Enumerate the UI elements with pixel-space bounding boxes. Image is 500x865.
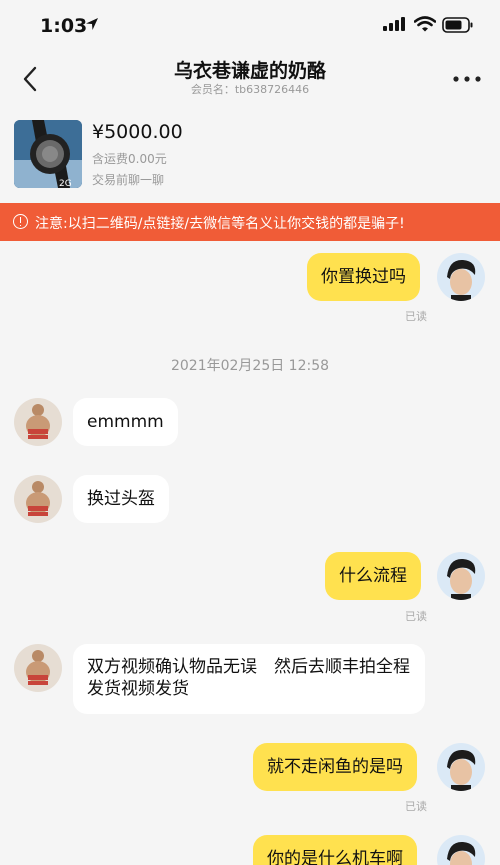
shipping-fee: 含运费0.00元	[92, 152, 167, 166]
message-bubble-sent[interactable]: 你的是什么机车啊	[253, 835, 417, 865]
read-status: 已读	[405, 310, 427, 323]
read-status: 已读	[405, 610, 427, 623]
partner-avatar[interactable]	[14, 644, 62, 692]
product-card[interactable]: 2G ¥5000.00 含运费0.00元 交易前聊一聊	[0, 110, 500, 202]
status-time: 1:03	[40, 15, 88, 37]
partner-avatar[interactable]	[14, 475, 62, 523]
status-bar: 1:03	[0, 0, 500, 48]
pre-trade-chat-label: 交易前聊一聊	[92, 173, 165, 187]
my-avatar[interactable]	[437, 743, 485, 791]
message-bubble-received[interactable]: 换过头盔	[73, 475, 169, 523]
battery-icon	[442, 17, 473, 33]
member-id: 会员名：tb638726446	[190, 83, 310, 96]
message-bubble-received[interactable]: 双方视频确认物品无误 然后去顺丰拍全程发货视频发货	[73, 644, 425, 714]
more-options-icon[interactable]	[452, 76, 482, 82]
svg-text:2G: 2G	[59, 179, 72, 188]
message-bubble-sent[interactable]: 就不走闲鱼的是吗	[253, 743, 417, 791]
my-avatar[interactable]	[437, 835, 485, 865]
chat-messages[interactable]: 你置换过吗 已读 2021年02月25日 12:58 emmmm 换过头盔 什么…	[0, 241, 500, 865]
partner-avatar[interactable]	[14, 398, 62, 446]
warning-text: 注意:以扫二维码/点链接/去微信等名义让你交钱的都是骗子!	[35, 216, 405, 232]
message-bubble-sent[interactable]: 什么流程	[325, 552, 421, 600]
scam-warning-banner: 注意:以扫二维码/点链接/去微信等名义让你交钱的都是骗子!	[0, 203, 500, 241]
chat-header: 乌衣巷谦虚的奶酪 会员名：tb638726446	[0, 48, 500, 108]
my-avatar[interactable]	[437, 552, 485, 600]
message-bubble-sent[interactable]: 你置换过吗	[307, 253, 420, 301]
warning-icon	[13, 214, 28, 229]
location-arrow-icon	[86, 18, 98, 30]
message-timestamp: 2021年02月25日 12:58	[170, 358, 330, 374]
read-status: 已读	[405, 800, 427, 813]
product-price: ¥5000.00	[92, 121, 183, 143]
message-bubble-received[interactable]: emmmm	[73, 398, 178, 446]
my-avatar[interactable]	[437, 253, 485, 301]
chat-partner-name: 乌衣巷谦虚的奶酪	[173, 60, 326, 82]
cellular-signal-icon	[383, 17, 405, 31]
product-thumbnail[interactable]: 2G	[14, 120, 82, 188]
wifi-icon	[414, 16, 436, 32]
watch-image: 2G	[14, 120, 82, 188]
